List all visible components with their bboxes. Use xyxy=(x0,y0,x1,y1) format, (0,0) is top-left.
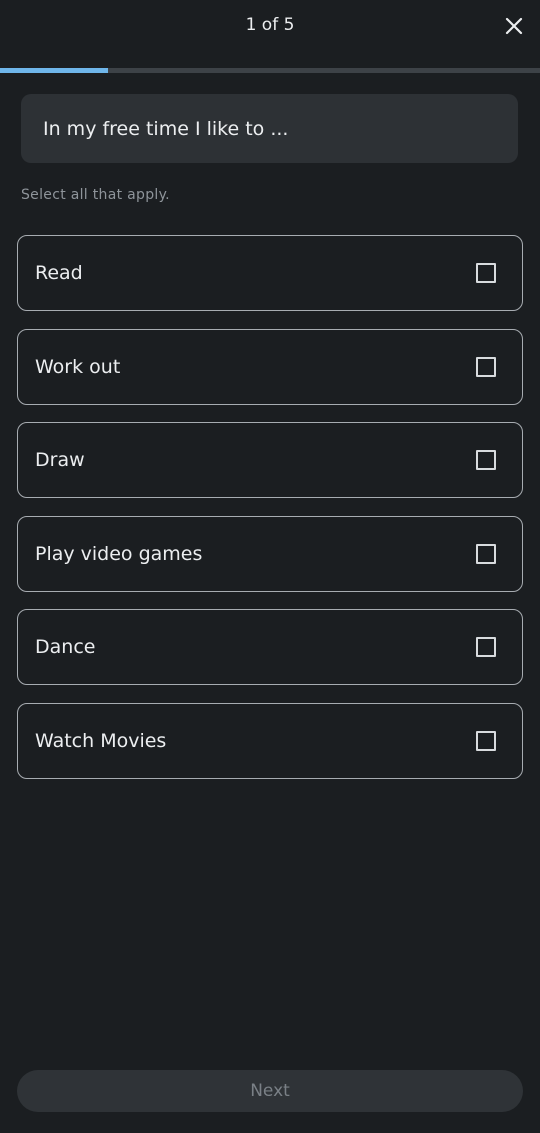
option-draw[interactable]: Draw xyxy=(17,422,523,499)
option-label: Dance xyxy=(35,636,96,659)
checkbox[interactable] xyxy=(476,543,496,564)
option-label: Watch Movies xyxy=(35,729,167,752)
checkbox[interactable] xyxy=(476,356,496,377)
header: 1 of 5 xyxy=(0,0,540,68)
selection-hint: Select all that apply. xyxy=(21,187,170,203)
checkbox[interactable] xyxy=(476,450,496,471)
next-button[interactable]: Next xyxy=(17,1070,523,1112)
option-read[interactable]: Read xyxy=(17,235,523,311)
options-list: Read Work out Draw Play video games Danc… xyxy=(17,235,523,797)
close-icon xyxy=(505,17,523,35)
option-label: Read xyxy=(35,262,83,284)
option-label: Play video games xyxy=(35,542,203,565)
option-label: Draw xyxy=(35,449,85,472)
option-dance[interactable]: Dance xyxy=(17,609,523,686)
progress-bar-fill xyxy=(0,68,108,73)
question-prompt: In my free time I like to ... xyxy=(21,94,518,163)
quiz-screen: 1 of 5 In my free time I like to ... Sel… xyxy=(0,0,540,1133)
option-work-out[interactable]: Work out xyxy=(17,328,523,405)
checkbox[interactable] xyxy=(476,730,496,751)
close-button[interactable] xyxy=(500,12,528,40)
checkbox[interactable] xyxy=(476,637,496,658)
option-watch-movies[interactable]: Watch Movies xyxy=(17,702,523,779)
progress-bar xyxy=(0,68,540,73)
checkbox[interactable] xyxy=(476,263,496,283)
step-counter: 1 of 5 xyxy=(245,15,295,35)
option-play-video-games[interactable]: Play video games xyxy=(17,515,523,592)
option-label: Work out xyxy=(35,355,121,378)
